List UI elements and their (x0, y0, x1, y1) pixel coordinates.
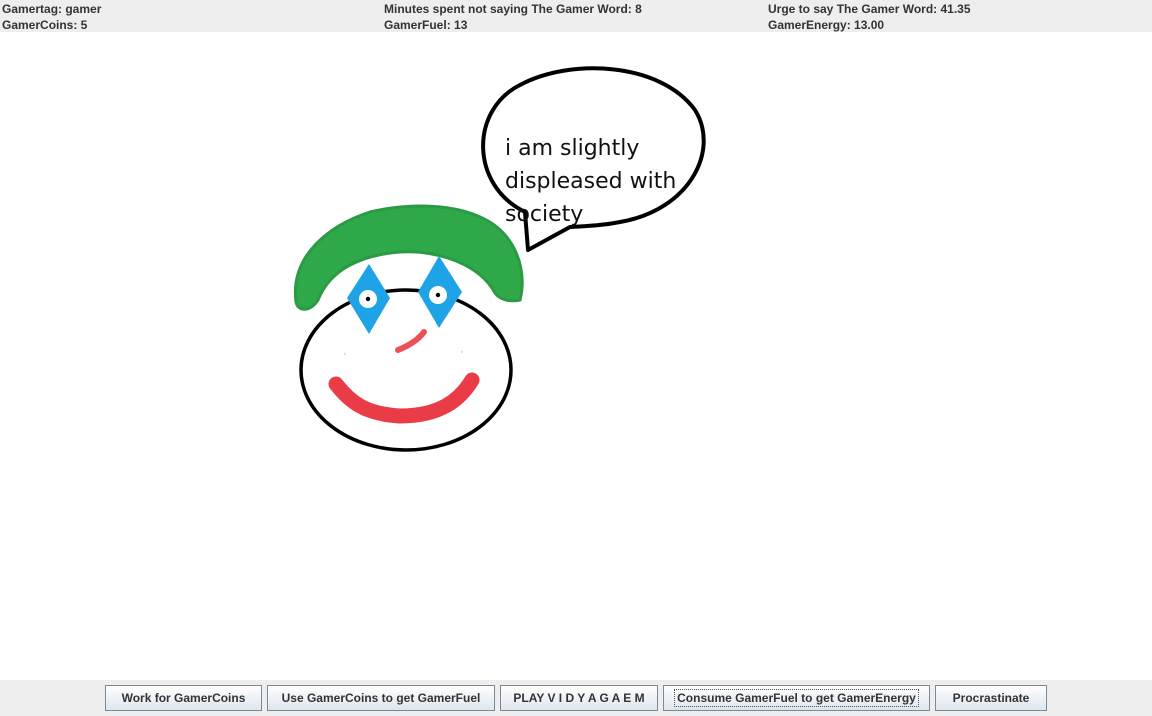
character-drawing (293, 66, 706, 452)
procrastinate-button-label: Procrastinate (952, 691, 1030, 705)
urge-label: Urge to say The Gamer Word: 41.35 (768, 2, 971, 16)
speech-line: society (505, 202, 584, 227)
consume-fuel-button-label: Consume GamerFuel to get GamerEnergy (674, 689, 919, 707)
work-button[interactable]: Work for GamerCoins (105, 685, 262, 711)
gamerfuel-label: GamerFuel: 13 (384, 18, 468, 32)
speech-line: i am slightly (505, 136, 640, 161)
cheek-dot (460, 350, 464, 354)
cheek-dot (343, 352, 347, 356)
play-button-label: PLAY V I D Y A G A E M (513, 691, 645, 705)
speech-line: displeased with (505, 169, 677, 194)
minutes-label: Minutes spent not saying The Gamer Word:… (384, 2, 642, 16)
game-canvas: i am slightly displeased with society (0, 32, 1152, 680)
gamerenergy-label: GamerEnergy: 13.00 (768, 18, 885, 32)
status-bar: Gamertag: gamer GamerCoins: 5 Minutes sp… (0, 0, 1152, 32)
button-bar: Work for GamerCoins Use GamerCoins to ge… (0, 680, 1152, 716)
face (299, 288, 513, 452)
gamercoins-label: GamerCoins: 5 (2, 18, 88, 32)
buy-fuel-button-label: Use GamerCoins to get GamerFuel (281, 691, 481, 705)
gamertag-label: Gamertag: gamer (2, 2, 102, 16)
speech-text: i am slightly displeased with society (505, 132, 705, 231)
play-button[interactable]: PLAY V I D Y A G A E M (500, 685, 658, 711)
consume-fuel-button[interactable]: Consume GamerFuel to get GamerEnergy (663, 685, 930, 711)
buy-fuel-button[interactable]: Use GamerCoins to get GamerFuel (267, 685, 495, 711)
work-button-label: Work for GamerCoins (121, 691, 246, 705)
procrastinate-button[interactable]: Procrastinate (935, 685, 1047, 711)
